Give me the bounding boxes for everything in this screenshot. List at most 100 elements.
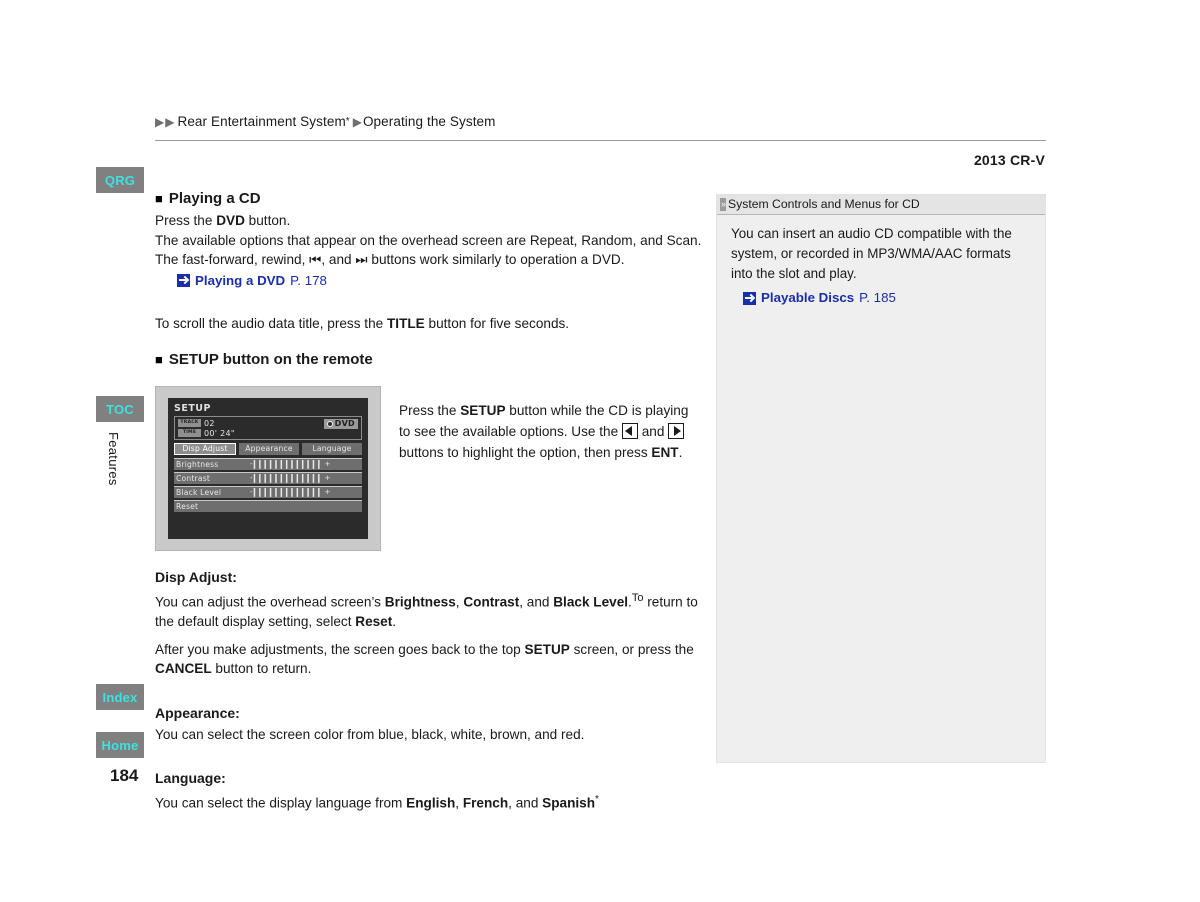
main-content: ■ Playing a CD Press the DVD button. The… <box>155 190 703 813</box>
row-label: Reset <box>176 501 199 511</box>
slider-ticks: ▎▎▎▎▎▎▎▎▎▎▎▎▎ <box>253 473 324 483</box>
setup-tab-appearance[interactable]: Appearance <box>239 442 299 455</box>
plus-label: + <box>324 488 331 496</box>
text-fragment: , and <box>508 795 543 811</box>
track-info: TRACK 02 <box>178 419 235 428</box>
breadcrumb-arrow-icon: ▶ <box>155 114 165 129</box>
disc-icon <box>326 420 333 427</box>
cross-reference-playing-a-dvd[interactable]: Playing a DVD P. 178 <box>177 273 703 288</box>
left-arrow-button-icon <box>621 423 638 439</box>
breadcrumb: ▶ ▶ Rear Entertainment System * ▶ Operat… <box>155 114 496 129</box>
breadcrumb-level-1[interactable]: Rear Entertainment System <box>177 114 345 129</box>
section-heading-setup-button: ■ SETUP button on the remote <box>155 351 703 368</box>
side-note-text: You can insert an audio CD compatible wi… <box>731 226 1012 281</box>
language-spanish: Spanish <box>542 795 596 811</box>
contrast-slider[interactable]: - ▎▎▎▎▎▎▎▎▎▎▎▎▎ + <box>250 474 331 483</box>
text-fragment: You can adjust the overhead screen’s <box>155 594 385 610</box>
setup-screen-info-bar: TRACK 02 TIME 00' 24" DVD <box>174 416 362 440</box>
dvd-button-name: DVD <box>216 213 245 228</box>
sidebar-item-index[interactable]: Index <box>96 684 144 710</box>
track-value: 02 <box>204 418 215 428</box>
time-value: 00' 24" <box>204 428 235 438</box>
text-fragment: and <box>637 424 669 439</box>
skip-back-icon: ⏮ <box>309 252 322 267</box>
breadcrumb-footnote-mark: * <box>345 116 350 127</box>
row-label: Brightness <box>176 459 219 469</box>
black-level-slider[interactable]: - ▎▎▎▎▎▎▎▎▎▎▎▎▎ + <box>250 488 331 497</box>
minus-label: - <box>250 474 253 482</box>
jump-arrow-icon <box>743 291 756 305</box>
text-fragment: . <box>678 445 683 460</box>
subheading-language: Language: <box>155 770 226 787</box>
cross-reference-page: P. 185 <box>859 290 896 305</box>
text-fragment: screen, or press the <box>569 641 694 657</box>
setup-button-name: SETUP <box>460 403 506 418</box>
double-chevron-icon: » <box>720 197 726 211</box>
text-fragment: After you make adjustments, the screen g… <box>155 641 525 657</box>
setup-screen-title: SETUP <box>174 403 211 414</box>
paragraph-disp-adjust: You can adjust the overhead screen’s Bri… <box>155 589 703 632</box>
text-fragment: . <box>392 614 397 630</box>
text-fragment: , and <box>321 252 356 267</box>
track-label: TRACK <box>178 419 201 427</box>
breadcrumb-level-2[interactable]: Operating the System <box>363 114 496 129</box>
ent-button-name: ENT <box>651 445 679 460</box>
plus-label: + <box>324 474 331 482</box>
text-fragment: , <box>455 795 463 811</box>
side-note-title: System Controls and Menus for CD <box>728 197 920 211</box>
contrast-setting-name: Contrast <box>463 594 520 610</box>
breadcrumb-separator-icon: ▶ <box>352 114 362 129</box>
text-fragment: button. <box>244 213 291 228</box>
subheading-disp-adjust: Disp Adjust: <box>155 569 237 585</box>
setup-screen-tabs: Disp Adjust Appearance Language <box>174 442 362 455</box>
paragraph-after-adjustments: After you make adjustments, the screen g… <box>155 640 703 679</box>
title-button-name: TITLE <box>386 315 425 331</box>
setup-tab-disp-adjust[interactable]: Disp Adjust <box>174 442 236 455</box>
side-note-header: » System Controls and Menus for CD <box>717 195 1045 215</box>
brightness-slider[interactable]: - ▎▎▎▎▎▎▎▎▎▎▎▎▎ + <box>250 460 331 469</box>
setup-row-black-level[interactable]: Black Level - ▎▎▎▎▎▎▎▎▎▎▎▎▎ + <box>174 485 362 498</box>
setup-row-contrast[interactable]: Contrast - ▎▎▎▎▎▎▎▎▎▎▎▎▎ + <box>174 471 362 484</box>
text-fragment: , and <box>519 594 554 610</box>
breadcrumb-divider <box>155 140 1046 141</box>
square-bullet-icon: ■ <box>155 352 163 367</box>
paragraph-available-options: The available options that appear on the… <box>155 231 703 270</box>
language-french: French <box>462 795 509 811</box>
setup-instructions: Press the SETUP button while the CD is p… <box>399 386 699 463</box>
text-fragment: Press the <box>155 213 217 228</box>
cross-reference-page: P. 178 <box>290 272 327 288</box>
setup-row-brightness[interactable]: Brightness - ▎▎▎▎▎▎▎▎▎▎▎▎▎ + <box>174 457 362 470</box>
setup-screen: SETUP TRACK 02 TIME 00' 24" DVD Disp Adj… <box>168 398 368 539</box>
section-heading-playing-a-cd: ■ Playing a CD <box>155 190 703 207</box>
sidebar-item-qrg[interactable]: QRG <box>96 167 144 193</box>
paragraph-language: You can select the display language from… <box>155 790 703 813</box>
setup-screen-figure: SETUP TRACK 02 TIME 00' 24" DVD Disp Adj… <box>155 386 381 551</box>
cross-reference-label: Playable Discs <box>761 290 855 305</box>
cross-reference-label: Playing a DVD <box>195 272 286 288</box>
section-heading-text: Playing a CD <box>168 190 261 207</box>
language-english: English <box>406 795 456 811</box>
subheading-appearance: Appearance: <box>155 704 240 721</box>
slider-ticks: ▎▎▎▎▎▎▎▎▎▎▎▎▎ <box>253 459 324 469</box>
sidebar-item-toc[interactable]: TOC <box>96 396 144 422</box>
setup-tab-language[interactable]: Language <box>302 442 362 455</box>
figure-row: SETUP TRACK 02 TIME 00' 24" DVD Disp Adj… <box>155 386 703 551</box>
model-year-label: 2013 CR-V <box>973 152 1045 168</box>
text-fragment: buttons work similarly to operation a DV… <box>367 252 625 267</box>
jump-arrow-icon <box>177 273 190 287</box>
cross-reference-playable-discs[interactable]: Playable Discs P. 185 <box>743 288 1031 308</box>
row-label: Contrast <box>176 473 211 483</box>
footnote-mark: * <box>595 794 599 806</box>
disc-type-label: DVD <box>334 419 355 428</box>
right-arrow-button-icon <box>668 423 685 439</box>
sidebar-item-home[interactable]: Home <box>96 732 144 758</box>
setup-row-reset[interactable]: Reset <box>174 499 362 512</box>
paragraph-press-dvd: Press the DVD button. <box>155 211 703 231</box>
text-fragment: You can select the display language from <box>155 795 407 811</box>
skip-forward-icon: ⏭ <box>355 252 368 267</box>
setup-screen-name: SETUP <box>524 641 570 657</box>
side-note-panel: » System Controls and Menus for CD You c… <box>716 194 1046 763</box>
text-fragment: buttons to highlight the option, then pr… <box>399 445 652 460</box>
reset-option-name: Reset <box>355 614 393 630</box>
paragraph-appearance: You can select the screen color from blu… <box>155 726 585 742</box>
